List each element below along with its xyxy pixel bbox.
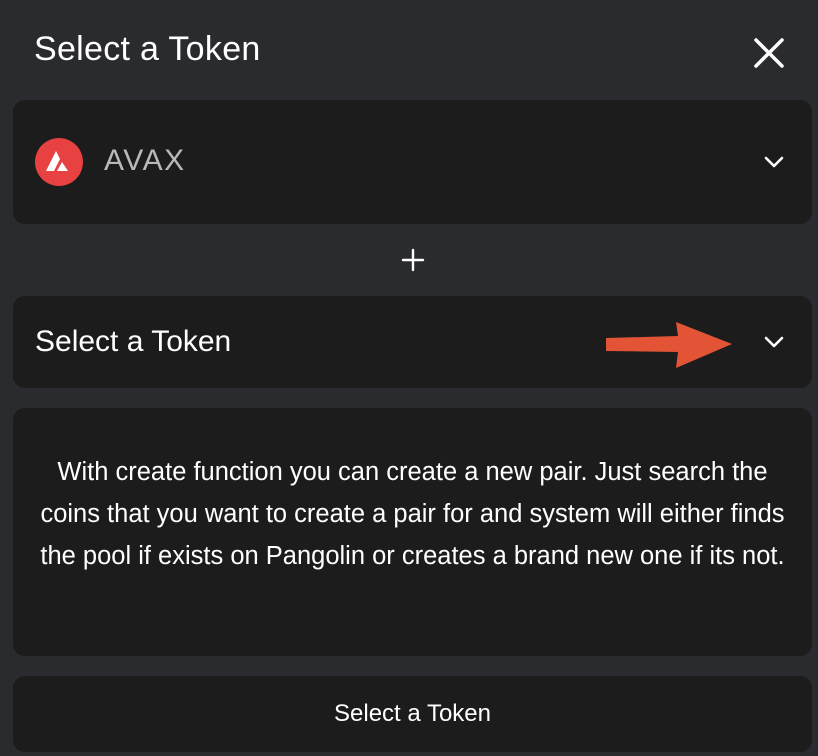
close-icon	[754, 38, 784, 68]
select-token-button[interactable]: Select a Token	[13, 676, 812, 752]
chevron-down-icon[interactable]	[762, 334, 786, 350]
page-title: Select a Token	[34, 30, 261, 68]
info-card: With create function you can create a ne…	[13, 408, 812, 656]
token-a-symbol: AVAX	[104, 144, 186, 177]
arrow-right-icon	[606, 322, 732, 368]
chevron-down-icon[interactable]	[762, 154, 786, 170]
close-button[interactable]	[750, 34, 788, 72]
info-text: With create function you can create a ne…	[40, 458, 785, 570]
avax-logo-icon	[35, 138, 83, 186]
token-b-label: Select a Token	[35, 325, 232, 358]
plus-icon	[401, 248, 425, 272]
token-a-selector[interactable]: AVAX	[13, 100, 812, 224]
select-token-button-label: Select a Token	[334, 700, 491, 727]
